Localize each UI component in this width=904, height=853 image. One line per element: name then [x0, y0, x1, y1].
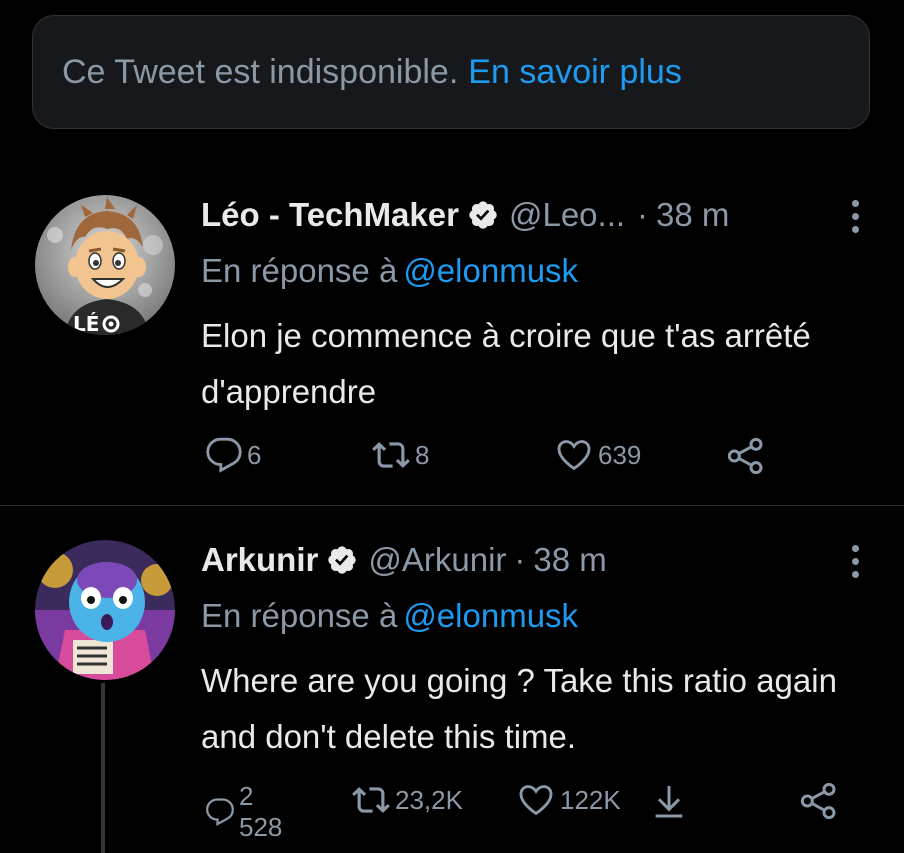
tweet-text: Elon je commence à croire que t'as arrêt…: [201, 317, 811, 410]
more-options-icon[interactable]: [852, 545, 859, 578]
reply-to-line: En réponse à @elonmusk: [201, 597, 578, 635]
reply-icon: [206, 437, 242, 473]
heart-icon: [557, 440, 591, 471]
like-count: 639: [598, 439, 642, 470]
reply-to-mention[interactable]: @elonmusk: [403, 597, 578, 634]
separator-dot: ·: [637, 196, 649, 233]
tweet-header: Arkunir @Arkunir · 38 m: [201, 541, 607, 579]
reply-button[interactable]: 6: [205, 436, 261, 474]
tweet[interactable]: Arkunir @Arkunir · 38 m En réponse à @elo…: [0, 515, 904, 853]
share-icon: [800, 782, 836, 820]
retweet-button[interactable]: 23,2K: [351, 781, 463, 819]
reply-count: 6: [247, 439, 262, 470]
timestamp[interactable]: 38 m: [533, 541, 606, 579]
retweet-icon: [352, 787, 390, 813]
reply-count: 2 528: [239, 781, 283, 842]
reply-button[interactable]: 2 528: [205, 781, 290, 843]
retweet-count: 8: [415, 439, 430, 470]
tweet[interactable]: LÉ Léo - TechMaker @Leo... · 38 m En rép…: [0, 170, 904, 506]
reply-to-line: En réponse à @elonmusk: [201, 252, 578, 290]
separator-dot: ·: [514, 541, 526, 578]
learn-more-link[interactable]: En savoir plus: [468, 53, 682, 92]
share-button[interactable]: [724, 436, 768, 476]
timestamp[interactable]: 38 m: [656, 196, 729, 234]
share-button[interactable]: [797, 781, 841, 821]
like-button[interactable]: 122K: [516, 781, 621, 819]
unavailable-message: Ce Tweet est indisponible.: [62, 52, 459, 91]
bookmark-download-button[interactable]: [649, 781, 689, 821]
reply-to-mention[interactable]: @elonmusk: [403, 252, 578, 289]
display-name[interactable]: Léo - TechMaker: [201, 196, 459, 234]
tweet-header: Léo - TechMaker @Leo... · 38 m: [201, 196, 729, 234]
heart-icon: [519, 785, 553, 816]
unavailable-tweet-notice: Ce Tweet est indisponible. En savoir plu…: [32, 15, 870, 129]
like-count: 122K: [560, 784, 621, 815]
display-name[interactable]: Arkunir: [201, 541, 318, 579]
reply-icon: [206, 798, 234, 827]
download-arrow-icon: [655, 786, 683, 818]
like-button[interactable]: 639: [554, 436, 641, 474]
more-options-icon[interactable]: [852, 200, 859, 233]
share-icon: [727, 437, 763, 475]
reply-to-prefix: En réponse à: [201, 252, 398, 289]
retweet-count: 23,2K: [395, 784, 463, 815]
avatar[interactable]: [35, 540, 175, 680]
thread-connector-line: [101, 683, 105, 853]
user-handle[interactable]: @Leo...: [509, 196, 625, 234]
avatar[interactable]: LÉ: [35, 195, 175, 335]
reply-to-prefix: En réponse à: [201, 597, 398, 634]
user-handle[interactable]: @Arkunir: [368, 541, 506, 579]
verified-badge-icon: [467, 199, 499, 231]
retweet-button[interactable]: 8: [371, 436, 429, 474]
tweet-text: Where are you going ? Take this ratio ag…: [201, 662, 837, 755]
svg-text:LÉ: LÉ: [73, 312, 99, 335]
retweet-icon: [372, 442, 410, 468]
verified-badge-icon: [326, 544, 358, 576]
